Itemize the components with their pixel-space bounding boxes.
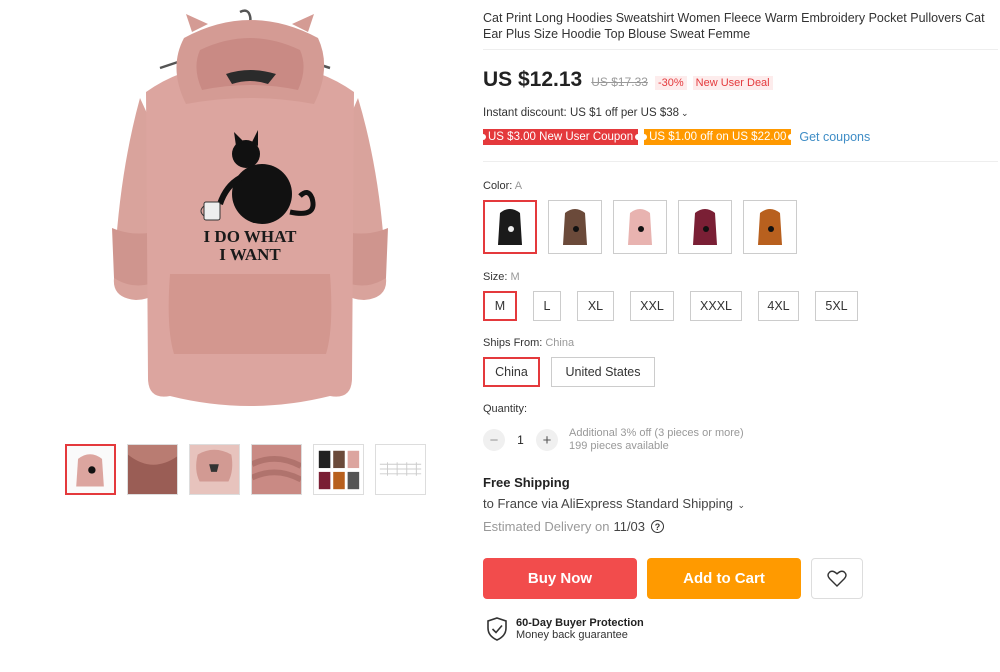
thumbnail-2[interactable] (127, 444, 178, 495)
size-option-l[interactable]: L (533, 291, 561, 321)
print-text-line1: I DO WHAT (204, 227, 298, 246)
eta-label: Estimated Delivery on (483, 519, 610, 534)
size-selected-value: M (510, 271, 520, 283)
instant-discount[interactable]: Instant discount: US $1 off per US $38 ⌄ (483, 107, 689, 119)
ships-option-china[interactable]: China (483, 357, 540, 387)
quantity-plus-button[interactable]: + (536, 429, 558, 451)
color-swatch-c[interactable] (613, 200, 667, 254)
shipping-method-text: to France via AliExpress Standard Shippi… (483, 496, 734, 511)
buy-now-button[interactable]: Buy Now (483, 558, 637, 599)
ships-from-label-text: Ships From: (483, 337, 543, 349)
divider (483, 49, 998, 50)
buyer-protection: 60-Day Buyer Protection Money back guara… (486, 617, 644, 641)
thumbnail-1[interactable] (65, 444, 116, 495)
size-label-text: Size: (483, 271, 508, 283)
size-label: Size: M (483, 271, 520, 283)
heart-icon (827, 570, 847, 587)
ships-from-selected-value: China (545, 337, 575, 349)
hoodie-variant-icon (563, 209, 587, 245)
store-coupon[interactable]: US $1.00 off on US $22.00 (644, 129, 792, 145)
ships-from-label: Ships From: China (483, 337, 574, 349)
divider (483, 161, 998, 162)
hoodie-variant-icon (758, 209, 782, 245)
size-option-4xl[interactable]: 4XL (758, 291, 799, 321)
color-label: Color: A (483, 180, 522, 192)
color-swatch-e[interactable] (743, 200, 797, 254)
thumbnail-4[interactable] (251, 444, 302, 495)
protection-title: 60-Day Buyer Protection (516, 617, 644, 629)
help-icon[interactable]: ? (651, 520, 665, 533)
main-product-image[interactable]: I DO WHAT I WANT (100, 8, 400, 420)
shield-check-icon (487, 617, 507, 641)
action-buttons: Buy Now Add to Cart (483, 558, 863, 599)
color-variants-icon (314, 445, 363, 494)
instant-discount-text: Instant discount: US $1 off per US $38 (483, 107, 680, 119)
quantity-info: Additional 3% off (3 pieces or more) 199… (569, 427, 744, 453)
ships-from-options: China United States (483, 357, 655, 387)
color-swatch-d[interactable] (678, 200, 732, 254)
thumbnail-6[interactable] (375, 444, 426, 495)
free-shipping-title: Free Shipping (483, 475, 570, 490)
quantity-label: Quantity: (483, 403, 528, 415)
coupon-row: US $3.00 New User Coupon US $1.00 off on… (483, 129, 870, 145)
thumbnail-3[interactable] (189, 444, 240, 495)
eta-date: 11/03 (613, 519, 646, 534)
get-coupons-link[interactable]: Get coupons (799, 130, 870, 144)
stock-available: 199 pieces available (569, 440, 669, 452)
original-price: US $17.33 (591, 75, 648, 89)
bulk-discount-note: Additional 3% off (3 pieces or more) (569, 427, 744, 439)
thumbnail-5[interactable] (313, 444, 364, 495)
print-text-line2: I WANT (219, 245, 281, 264)
hoodie-variant-icon (498, 209, 522, 245)
hoodie-variant-icon (693, 209, 717, 245)
ships-option-united-states[interactable]: United States (551, 357, 655, 387)
new-user-deal-badge: New User Deal (692, 76, 773, 90)
size-options: M L XL XXL XXXL 4XL 5XL (483, 291, 858, 321)
chevron-down-icon: ⌄ (681, 108, 689, 118)
fabric-texture-icon (252, 445, 301, 494)
size-option-xl[interactable]: XL (577, 291, 614, 321)
color-swatches (483, 200, 797, 254)
color-selected-value: A (514, 180, 523, 192)
size-option-m[interactable]: M (483, 291, 517, 321)
size-chart-icon (376, 445, 425, 494)
product-title: Cat Print Long Hoodies Sweatshirt Women … (483, 11, 985, 41)
color-swatch-a[interactable] (483, 200, 537, 254)
price-row: US $12.13 US $17.33 -30% New User Deal (483, 68, 773, 92)
add-to-cart-button[interactable]: Add to Cart (647, 558, 801, 599)
quantity-value[interactable]: 1 (505, 433, 536, 447)
hoodie-illustration: I DO WHAT I WANT (112, 9, 388, 406)
new-user-coupon[interactable]: US $3.00 New User Coupon (483, 129, 639, 145)
wishlist-button[interactable] (811, 558, 863, 599)
color-label-text: Color: (483, 180, 513, 192)
thumbnail-strip (65, 444, 426, 495)
quantity-stepper: − 1 + Additional 3% off (3 pieces or mor… (483, 427, 744, 453)
size-option-xxl[interactable]: XXL (630, 291, 674, 321)
chevron-down-icon: ⌄ (735, 500, 746, 510)
protection-subtitle: Money back guarantee (516, 629, 628, 641)
thumb-hoodie-icon (67, 446, 114, 493)
current-price: US $12.13 (483, 68, 583, 91)
estimated-delivery: Estimated Delivery on 11/03 ? (483, 519, 665, 534)
hoodie-variant-icon (628, 209, 652, 245)
size-option-xxxl[interactable]: XXXL (690, 291, 742, 321)
color-swatch-b[interactable] (548, 200, 602, 254)
size-option-5xl[interactable]: 5XL (815, 291, 858, 321)
shipping-method[interactable]: to France via AliExpress Standard Shippi… (483, 496, 745, 511)
fleece-closeup-icon (128, 445, 177, 494)
quantity-minus-button[interactable]: − (483, 429, 505, 451)
hood-detail-icon (190, 445, 239, 494)
discount-badge: -30% (654, 76, 687, 90)
